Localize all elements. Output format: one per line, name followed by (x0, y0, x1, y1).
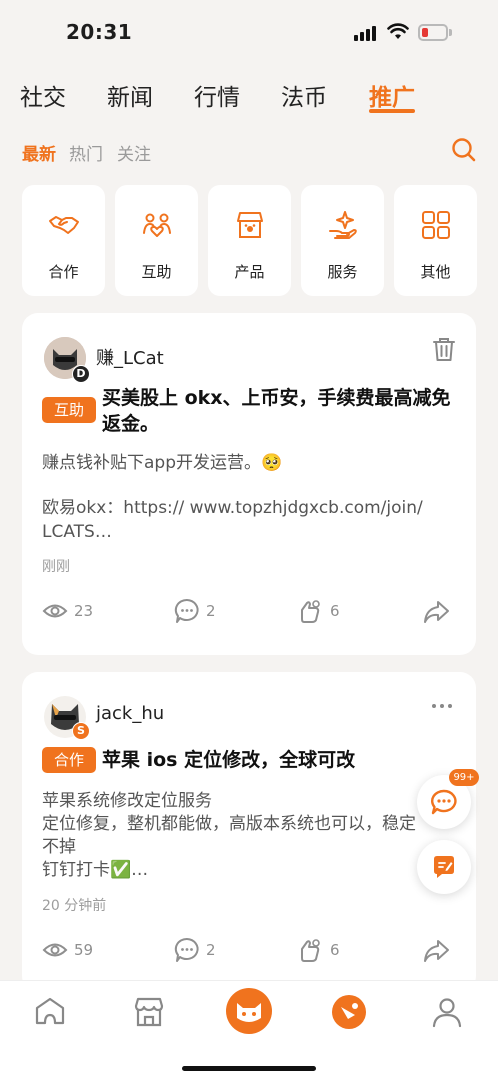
cellular-signal-icon (354, 25, 380, 41)
comment-icon (174, 598, 199, 623)
home-icon[interactable] (33, 995, 67, 1029)
category-product[interactable]: 产品 (208, 185, 291, 296)
bottom-nav (0, 980, 498, 1080)
share-icon[interactable] (422, 937, 450, 965)
category-label: 其他 (420, 263, 451, 281)
post-tag: 合作 (42, 747, 96, 773)
comment-icon (174, 937, 199, 962)
wifi-icon (387, 23, 409, 39)
discover-glyph (341, 1003, 358, 1019)
post-card[interactable]: S jack_hu 合作 苹果 ios 定位修改，全球可改 苹果系统修改定位服务… (22, 672, 476, 992)
service-icon (329, 211, 357, 239)
category-label: 产品 (234, 263, 265, 281)
compose-float-button[interactable] (417, 840, 471, 894)
handshake-icon (49, 216, 79, 234)
post-body-line: 赚点钱补贴下app开发运营。🥺 (42, 453, 283, 473)
author-name[interactable]: jack_hu (96, 703, 164, 724)
cat-face-icon (237, 1003, 261, 1022)
tab-social[interactable]: 社交 (20, 78, 66, 112)
chat-bubble-icon (431, 789, 457, 815)
post-body-line: 欧易okx：https:// www.topzhjdgxcb.com/join/ (42, 498, 423, 518)
category-service[interactable]: 服务 (301, 185, 384, 296)
post-tag: 互助 (42, 397, 96, 423)
likes-count: 6 (330, 941, 340, 959)
like-coin-icon (301, 600, 320, 623)
views-stat: 23 (42, 598, 93, 624)
views-stat: 59 (42, 937, 93, 963)
views-count: 23 (74, 602, 94, 620)
share-icon[interactable] (422, 598, 450, 626)
comments-count: 2 (206, 602, 216, 620)
battery-icon (418, 24, 452, 41)
like-coin-icon (301, 939, 320, 962)
compose-icon (434, 856, 454, 878)
mutual-help-icon (143, 213, 171, 237)
eye-icon (42, 604, 68, 618)
author-name[interactable]: 赚_LCat (96, 344, 164, 370)
grid-icon (422, 211, 450, 239)
discover-icon[interactable] (332, 995, 366, 1029)
tab-market[interactable]: 行情 (194, 78, 240, 112)
post-body-line: LCATS… (42, 522, 112, 542)
comments-count: 2 (206, 941, 216, 959)
store-icon[interactable] (132, 995, 166, 1029)
eye-icon (42, 943, 68, 957)
likes-count: 6 (330, 602, 340, 620)
post-body-line: 苹果系统修改定位服务 (42, 791, 212, 811)
home-indicator (182, 1066, 316, 1071)
center-cat-button[interactable] (226, 988, 272, 1034)
more-icon[interactable] (428, 694, 456, 722)
message-count-badge: 99+ (449, 769, 479, 786)
tab-fiat[interactable]: 法币 (281, 78, 327, 112)
post-title[interactable]: 买美股上 okx、上币安，手续费最高减免返金。 (102, 385, 462, 437)
subtab-hot[interactable]: 热门 (69, 140, 103, 165)
comments-stat[interactable]: 2 (174, 937, 216, 963)
search-icon[interactable] (450, 136, 478, 164)
category-label: 合作 (48, 263, 79, 281)
subtab-following[interactable]: 关注 (117, 140, 151, 165)
shop-icon (237, 212, 263, 238)
delete-icon[interactable] (430, 335, 458, 363)
post-time: 20 分钟前 (42, 898, 107, 914)
tab-promotion[interactable]: 推广 (369, 78, 415, 112)
category-label: 互助 (141, 263, 172, 281)
post-card[interactable]: D 赚_LCat 互助 买美股上 okx、上币安，手续费最高减免返金。 赚点钱补… (22, 313, 476, 655)
category-other[interactable]: 其他 (394, 185, 477, 296)
top-tabs: 社交 新闻 行情 法币 推广 (20, 78, 480, 118)
views-count: 59 (74, 941, 94, 959)
status-bar: 20:31 (0, 0, 498, 62)
comments-stat[interactable]: 2 (174, 598, 216, 624)
author-badge: D (72, 365, 90, 383)
category-mutual-help[interactable]: 互助 (115, 185, 198, 296)
category-cooperation[interactable]: 合作 (22, 185, 105, 296)
tab-news[interactable]: 新闻 (107, 78, 153, 112)
post-body-line: 不掉 (42, 837, 76, 857)
profile-icon[interactable] (430, 995, 464, 1029)
active-tab-indicator (369, 109, 415, 113)
category-label: 服务 (327, 263, 358, 281)
subtab-latest[interactable]: 最新 (22, 140, 56, 165)
post-body-line: 定位修复，整机都能做，高版本系统也可以，稳定 (42, 814, 416, 834)
author-badge: S (72, 722, 90, 740)
status-time: 20:31 (66, 20, 133, 44)
likes-stat[interactable]: 6 (298, 598, 340, 624)
post-time: 刚刚 (42, 559, 70, 575)
post-title[interactable]: 苹果 ios 定位修改，全球可改 (102, 747, 462, 773)
post-body-line: 钉钉打卡✅… (42, 860, 149, 880)
likes-stat[interactable]: 6 (298, 937, 340, 963)
